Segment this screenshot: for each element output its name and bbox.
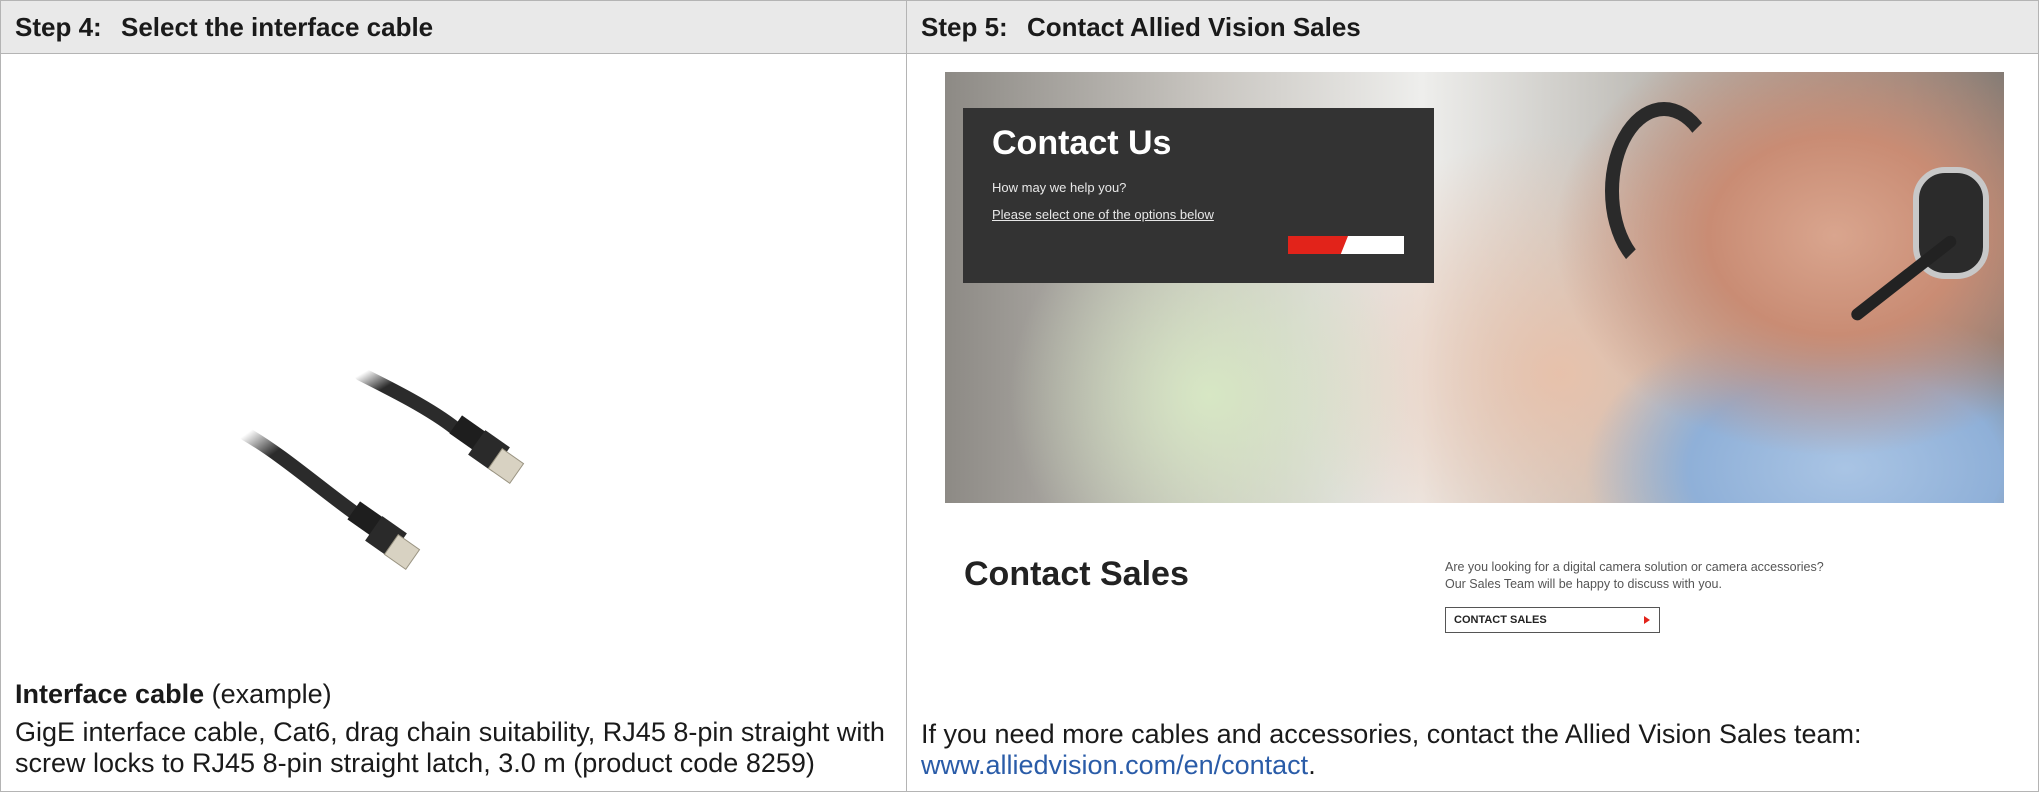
contact-us-box: Contact Us How may we help you? Please s… (963, 108, 1434, 283)
step4-header: Step 4: Select the interface cable (1, 1, 907, 54)
cable-description: GigE interface cable, Cat6, drag chain s… (15, 717, 885, 778)
contact-us-title: Contact Us (992, 124, 1172, 162)
contact-us-link[interactable]: Please select one of the options below (992, 207, 1214, 222)
sales-note-end: . (1308, 750, 1316, 780)
cable-caption: Interface cable (example) (15, 678, 332, 710)
arrow-right-icon (1644, 616, 1650, 624)
contact-us-subtitle: How may we help you? (992, 180, 1127, 195)
step5-number: Step 5: (921, 11, 1008, 42)
contact-sales-button[interactable]: CONTACT SALES (1445, 607, 1660, 633)
sales-note-text: If you need more cables and accessories,… (921, 719, 1862, 749)
step4-cell: Interface cable (example) GigE interface… (1, 54, 907, 791)
step4-title: Select the interface cable (121, 11, 434, 42)
caption-rest: (example) (204, 679, 332, 709)
step5-header: Step 5: Contact Allied Vision Sales (907, 1, 2038, 54)
step5-title: Contact Allied Vision Sales (1027, 11, 1361, 42)
contact-sales-text-line2: Our Sales Team will be happy to discuss … (1445, 577, 1722, 591)
contact-sales-text: Are you looking for a digital camera sol… (1445, 559, 1865, 593)
contact-sales-title: Contact Sales (964, 555, 1189, 593)
step5-cell: Contact Us How may we help you? Please s… (907, 54, 2038, 791)
steps-table: Step 4: Select the interface cable Step … (0, 0, 2039, 792)
contact-us-banner: Contact Us How may we help you? Please s… (945, 72, 2004, 503)
sales-note: If you need more cables and accessories,… (921, 719, 2021, 781)
contact-sales-button-label: CONTACT SALES (1454, 614, 1547, 626)
contact-link[interactable]: www.alliedvision.com/en/contact (921, 750, 1308, 780)
option-slider[interactable] (1288, 236, 1404, 254)
cable-image (239, 367, 525, 570)
option-slider-red (1288, 236, 1348, 254)
headset-band (1605, 102, 1723, 280)
step4-number: Step 4: (15, 11, 102, 42)
contact-sales-text-line1: Are you looking for a digital camera sol… (1445, 560, 1824, 574)
caption-bold: Interface cable (15, 679, 205, 709)
